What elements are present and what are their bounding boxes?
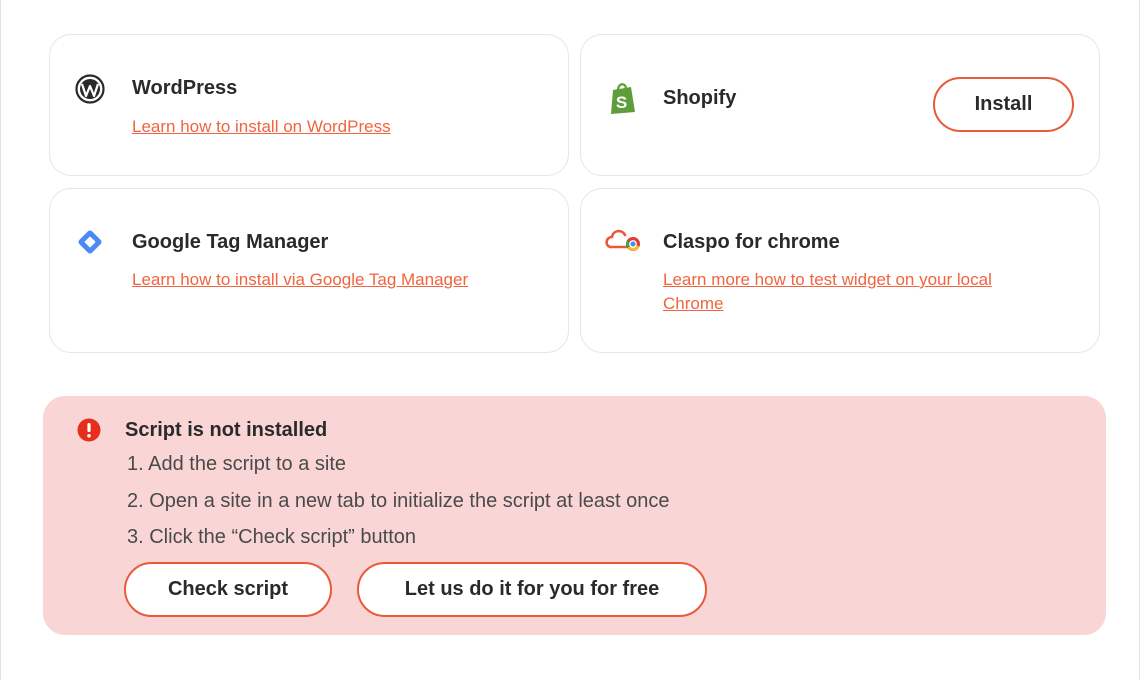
do-it-for-free-button[interactable]: Let us do it for you for free [357, 562, 707, 617]
alert-step: 1. Add the script to a site [127, 453, 347, 475]
claspo-chrome-learn-link-line1[interactable]: Learn more how to test widget on your lo… [663, 268, 992, 292]
check-script-button[interactable]: Check script [124, 562, 332, 617]
script-not-installed-alert: Script is not installed 1. Add the scrip… [43, 396, 1106, 635]
google-tag-manager-install-link[interactable]: Learn how to install via Google Tag Mana… [132, 268, 468, 292]
claspo-chrome-learn-link-line2[interactable]: Chrome [663, 292, 723, 316]
wordpress-icon [74, 73, 106, 105]
shopify-title: Shopify [663, 87, 737, 109]
shopify-card: S Shopify Install [580, 34, 1100, 176]
alert-title: Script is not installed [125, 419, 328, 441]
claspo-chrome-card: Claspo for chrome Learn more how to test… [580, 188, 1100, 353]
svg-text:S: S [616, 93, 627, 112]
alert-step: 3. Click the “Check script” button [127, 526, 416, 548]
google-tag-manager-card: Google Tag Manager Learn how to install … [49, 188, 569, 353]
google-tag-manager-title: Google Tag Manager [132, 231, 329, 253]
wordpress-install-link[interactable]: Learn how to install on WordPress [132, 115, 391, 139]
alert-step: 2. Open a site in a new tab to initializ… [127, 490, 670, 512]
error-icon [77, 418, 101, 442]
wordpress-title: WordPress [132, 77, 238, 99]
google-tag-manager-icon [74, 226, 106, 258]
claspo-chrome-icon [605, 225, 645, 257]
shopify-install-button[interactable]: Install [933, 77, 1074, 132]
shopify-icon: S [607, 82, 639, 114]
wordpress-card: WordPress Learn how to install on WordPr… [49, 34, 569, 176]
claspo-chrome-title: Claspo for chrome [663, 231, 840, 253]
